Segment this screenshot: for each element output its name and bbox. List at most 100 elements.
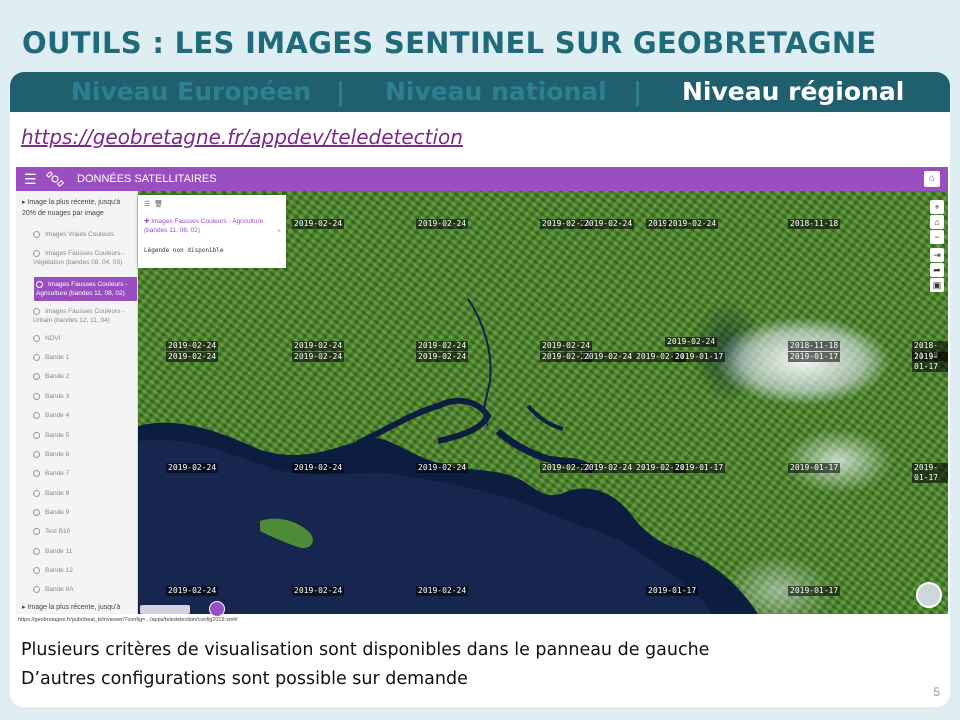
legend-message: Légende non disponible	[144, 247, 224, 254]
sidebar-item[interactable]: NDVI	[33, 334, 133, 343]
scale-bar	[140, 605, 190, 614]
zoom-out-button[interactable]: −	[930, 230, 944, 244]
description-line-2: D’autres configurations sont possible su…	[21, 669, 468, 689]
status-bar-url: https://geobretagne.fr/pub/dreal_b/mview…	[16, 614, 948, 626]
sidebar-item[interactable]: Bande 12	[33, 566, 133, 575]
radio-icon	[33, 508, 40, 516]
sidebar-item-label: Images Fausses Couleurs - Végétation (ba…	[33, 250, 125, 266]
sidebar-item-label: Bande 7	[45, 470, 70, 477]
acquisition-date-label: 2019-02-24	[666, 219, 719, 229]
acquisition-date-label: 2019-02-24	[292, 219, 345, 229]
sidebar-item[interactable]: Bande 6	[33, 450, 133, 459]
acquisition-date-label: 2019-02-24	[540, 341, 593, 351]
sidebar-group-20[interactable]: ▸ Image la plus récente, jusqu'à 20% de …	[22, 197, 132, 219]
acquisition-date-label: 2019-02-24	[166, 586, 219, 596]
legend-layer-title: ✚ Images Fausses Couleurs - Agriculture …	[144, 218, 264, 234]
teledetection-link[interactable]: https://geobretagne.fr/appdev/teledetect…	[21, 125, 463, 149]
share-icon[interactable]: ➦	[930, 263, 944, 277]
level-national: Niveau national	[385, 77, 607, 106]
radio-icon	[33, 489, 40, 497]
sidebar-item-label: Bande 9	[45, 509, 70, 516]
acquisition-date-label: 2019-02-24	[582, 463, 635, 473]
radio-icon	[33, 585, 40, 593]
sidebar-item[interactable]: Bande 8	[33, 489, 133, 498]
sidebar-item[interactable]: Bande 5	[33, 431, 133, 440]
acquisition-date-label: 2019-02-24	[582, 219, 635, 229]
sidebar-item-label: Images Fausses Couleurs - Agriculture (b…	[36, 281, 128, 297]
legend-panel: ☰ 🗑 ✚ Images Fausses Couleurs - Agricult…	[138, 195, 286, 268]
radio-icon	[33, 353, 40, 361]
print-icon[interactable]: ▣	[930, 278, 944, 292]
radio-icon	[33, 547, 40, 555]
sidebar-item-label: Bande 8A	[45, 586, 74, 593]
sidebar-item[interactable]: Bande 8A	[33, 585, 133, 594]
app-topbar: ☰ DONNÉES SATELLITAIRES ⌂	[16, 167, 948, 191]
sidebar-item[interactable]: Bande 9	[33, 508, 133, 517]
acquisition-date-label: 2019-02-24	[292, 586, 345, 596]
acquisition-date-label: 2019-02-24	[416, 352, 469, 362]
measure-icon[interactable]: ⇥	[930, 248, 944, 262]
acquisition-date-label: 2019-01-17	[788, 586, 841, 596]
radio-icon	[33, 392, 40, 400]
acquisition-date-label: 2019-02-24	[166, 463, 219, 473]
acquisition-date-label: 2019-02-24	[166, 352, 219, 362]
sidebar-item[interactable]: Images Vraies Couleurs	[33, 230, 133, 239]
level-european: Niveau Européen	[71, 77, 312, 106]
page-number: 5	[933, 685, 940, 699]
radio-icon	[33, 411, 40, 419]
close-icon[interactable]: ×	[277, 228, 281, 235]
hamburger-icon[interactable]: ☰	[24, 171, 37, 188]
sidebar-item[interactable]: Test B10	[33, 527, 133, 536]
list-icon[interactable]: ☰	[144, 201, 150, 208]
content-card: Niveau Européen | Niveau national | Nive…	[10, 72, 950, 707]
sidebar-item[interactable]: Bande 1	[33, 353, 133, 362]
zoom-in-button[interactable]: +	[930, 200, 944, 214]
sidebar-item-label: Bande 3	[45, 393, 70, 400]
sidebar-item[interactable]: Bande 7	[33, 469, 133, 478]
acquisition-date-label: 2019-01-17	[912, 352, 948, 372]
sidebar-item-label: Bande 11	[45, 548, 73, 555]
sidebar-item[interactable]: Images Fausses Couleurs - Urbain (bandes…	[33, 307, 133, 325]
radio-icon	[33, 450, 40, 458]
sidebar-item[interactable]: Images Fausses Couleurs - Végétation (ba…	[33, 249, 133, 267]
radio-icon	[33, 249, 40, 257]
legend-toolbar: ☰ 🗑	[144, 200, 163, 208]
sidebar-item-selected[interactable]: Images Fausses Couleurs - Agriculture (b…	[34, 277, 137, 301]
acquisition-date-label: 2019-02-24	[416, 463, 469, 473]
level-separator: |	[336, 77, 346, 106]
sidebar-item-label: NDVI	[45, 335, 61, 342]
sidebar-item[interactable]: Bande 4	[33, 411, 133, 420]
acquisition-date-label: 2019-01-17	[646, 586, 699, 596]
acquisition-date-label: 2019-02-24	[416, 586, 469, 596]
level-separator: |	[633, 77, 643, 106]
acquisition-date-label: 2018-11-18	[788, 341, 841, 351]
sidebar-item-label: Test B10	[45, 528, 71, 535]
sidebar-item[interactable]: Bande 11	[33, 547, 133, 556]
level-banner: Niveau Européen | Niveau national | Nive…	[10, 72, 950, 112]
sidebar-item[interactable]: Bande 3	[33, 392, 133, 401]
sidebar-group-label: Image la plus récente, jusqu'à 20% de nu…	[22, 199, 121, 217]
acquisition-date-label: 2019-02-24	[292, 352, 345, 362]
radio-icon	[33, 527, 40, 535]
acquisition-date-label: 2019-01-17	[788, 463, 841, 473]
sidebar-item-label: Bande 4	[45, 412, 70, 419]
sidebar-item[interactable]: Bande 2	[33, 372, 133, 381]
app-screenshot: ☰ DONNÉES SATELLITAIRES ⌂ ▸ Image la plu…	[16, 167, 948, 626]
acquisition-date-label: 2019-01-17	[673, 463, 726, 473]
sidebar-item-label: Bande 2	[45, 373, 70, 380]
description-line-1: Plusieurs critères de visualisation sont…	[21, 640, 710, 660]
radio-icon	[33, 334, 40, 342]
sidebar-item-label: Images Vraies Couleurs	[45, 231, 115, 238]
sidebar-item-label: Bande 12	[45, 567, 73, 574]
acquisition-date-label: 2019-01-17	[912, 463, 948, 483]
acquisition-date-label: 2019-02-24	[416, 341, 469, 351]
trash-icon[interactable]: 🗑	[154, 201, 163, 208]
home-extent-button[interactable]: ⌂	[930, 215, 944, 229]
radio-icon	[33, 566, 40, 574]
home-icon[interactable]: ⌂	[924, 171, 940, 187]
radio-icon	[36, 280, 43, 288]
acquisition-date-label: 2019-02-24	[582, 352, 635, 362]
location-icon[interactable]	[209, 601, 225, 617]
basemap-switcher-icon[interactable]	[916, 582, 942, 608]
layer-sidebar: ▸ Image la plus récente, jusqu'à 20% de …	[16, 191, 138, 622]
